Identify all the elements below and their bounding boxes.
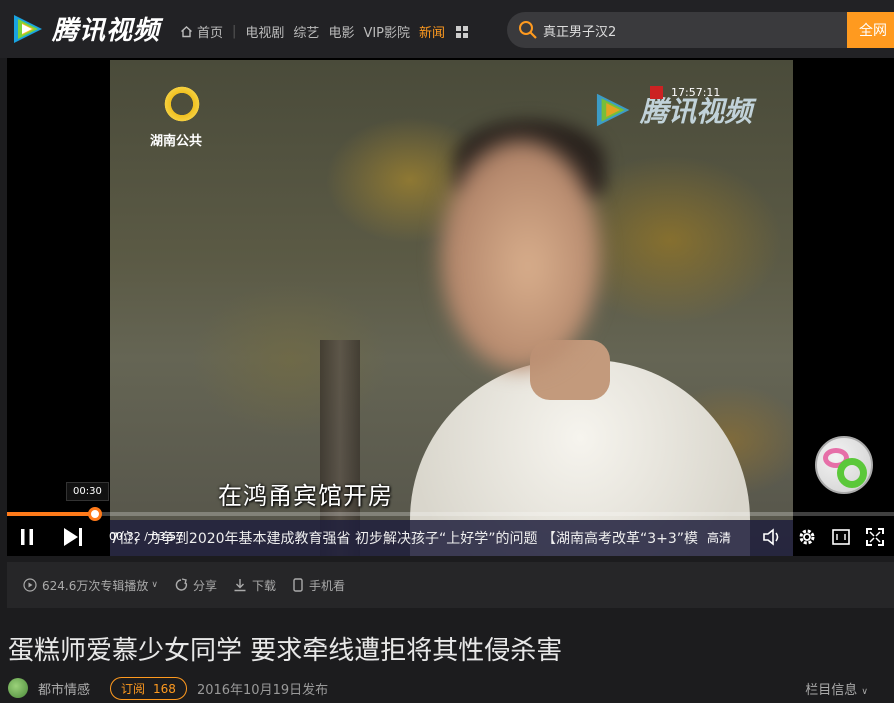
nav-item-tv[interactable]: 电视剧 — [245, 22, 284, 41]
video-title: 蛋糕师爱慕少女同学 要求牵线遭拒将其性侵杀害 — [8, 636, 563, 666]
share-icon — [175, 578, 188, 591]
play-count-text: 624.6万次专辑播放 — [42, 578, 149, 593]
progress-fill — [7, 512, 95, 516]
mobile-watch-label: 手机看 — [308, 578, 345, 593]
nav-item-vip[interactable]: VIP影院 — [363, 22, 410, 41]
station-logo-icon — [160, 82, 204, 126]
nav-item-movie[interactable]: 电影 — [328, 22, 354, 41]
broadcast-clock: 17:57:11 — [650, 86, 720, 99]
mobile-watch-button[interactable]: 手机看 — [292, 577, 345, 594]
next-icon — [64, 528, 82, 546]
fullscreen-icon — [866, 528, 884, 546]
watermark-logo-icon — [596, 93, 630, 127]
home-icon — [181, 26, 192, 38]
main-nav: 首页 | 电视剧 综艺 电影 VIP影院 新闻 — [180, 22, 469, 41]
video-player[interactable]: 湖南公共 腾讯视频 17:57:11 在鸿甬宾馆开房 7位，力争到2020年基本… — [7, 58, 894, 556]
settings-button[interactable] — [795, 518, 819, 556]
brand-logo[interactable]: 腾讯视频 — [8, 10, 160, 47]
channel-meta: 都市情感 订阅 168 2016年10月19日发布 栏目信息 ∨ — [8, 676, 894, 700]
subscribe-label: 订阅 — [121, 681, 146, 696]
volume-icon — [763, 528, 779, 546]
subscribe-button[interactable]: 订阅 168 — [110, 676, 187, 700]
column-info-label: 栏目信息 — [805, 683, 858, 698]
grid-menu-icon[interactable] — [456, 25, 469, 38]
subscriber-count: 168 — [153, 681, 176, 696]
nav-item-variety[interactable]: 综艺 — [293, 22, 319, 41]
publish-date: 2016年10月19日发布 — [196, 682, 329, 698]
floating-ad-badge[interactable] — [815, 436, 873, 494]
player-controls: 00:32 / 03:57 高清 — [7, 518, 894, 556]
search-icon[interactable] — [517, 19, 539, 41]
search-input[interactable] — [543, 22, 823, 38]
search-box — [507, 12, 847, 48]
blurred-face — [440, 140, 600, 370]
search-button[interactable]: 全网 — [847, 12, 894, 48]
nav-divider: | — [232, 24, 237, 39]
ad-ring-green — [837, 458, 867, 488]
seek-tooltip: 00:30 — [66, 482, 109, 501]
download-label: 下载 — [251, 578, 276, 593]
share-label: 分享 — [192, 578, 217, 593]
column-info-button[interactable]: 栏目信息 ∨ — [805, 679, 868, 698]
pause-button[interactable] — [15, 518, 39, 556]
phone-icon — [293, 578, 303, 592]
play-logo-icon — [8, 11, 46, 47]
nav-item-news[interactable]: 新闻 — [419, 22, 445, 41]
fullscreen-button[interactable] — [863, 518, 887, 556]
station-logo: 湖南公共 — [150, 82, 230, 149]
download-icon — [234, 579, 246, 592]
channel-name[interactable]: 都市情感 — [38, 679, 90, 698]
nav-home-label: 首页 — [197, 26, 224, 41]
clock-text: 17:57:11 — [671, 86, 721, 99]
pause-icon — [21, 529, 33, 545]
time-display: 00:32 / 03:57 — [109, 530, 184, 543]
chevron-down-icon: ∨ — [151, 580, 158, 590]
download-button[interactable]: 下载 — [233, 577, 276, 594]
gear-icon — [799, 529, 815, 545]
play-count[interactable]: 624.6万次专辑播放 ∨ — [23, 577, 158, 594]
top-navbar: 腾讯视频 首页 | 电视剧 综艺 电影 VIP影院 新闻 全网 — [0, 0, 894, 58]
share-button[interactable]: 分享 — [174, 577, 217, 594]
video-info-bar: 624.6万次专辑播放 ∨ 分享 下载 手机看 — [7, 562, 894, 608]
volume-button[interactable] — [761, 518, 785, 556]
video-frame[interactable]: 湖南公共 腾讯视频 17:57:11 在鸿甬宾馆开房 7位，力争到2020年基本… — [110, 60, 793, 556]
live-badge — [650, 86, 663, 99]
chevron-down-icon: ∨ — [861, 687, 868, 697]
nav-home[interactable]: 首页 — [180, 22, 223, 41]
quality-button[interactable]: 高清 — [707, 529, 731, 546]
video-subtitle: 在鸿甬宾馆开房 — [218, 482, 393, 510]
next-button[interactable] — [59, 518, 87, 556]
theater-icon — [832, 529, 850, 545]
channel-avatar[interactable] — [8, 678, 28, 698]
station-name: 湖南公共 — [150, 134, 203, 149]
theater-mode-button[interactable] — [829, 518, 853, 556]
play-circle-icon — [23, 578, 37, 592]
brand-name: 腾讯视频 — [52, 16, 161, 46]
progress-bar[interactable] — [7, 507, 894, 521]
